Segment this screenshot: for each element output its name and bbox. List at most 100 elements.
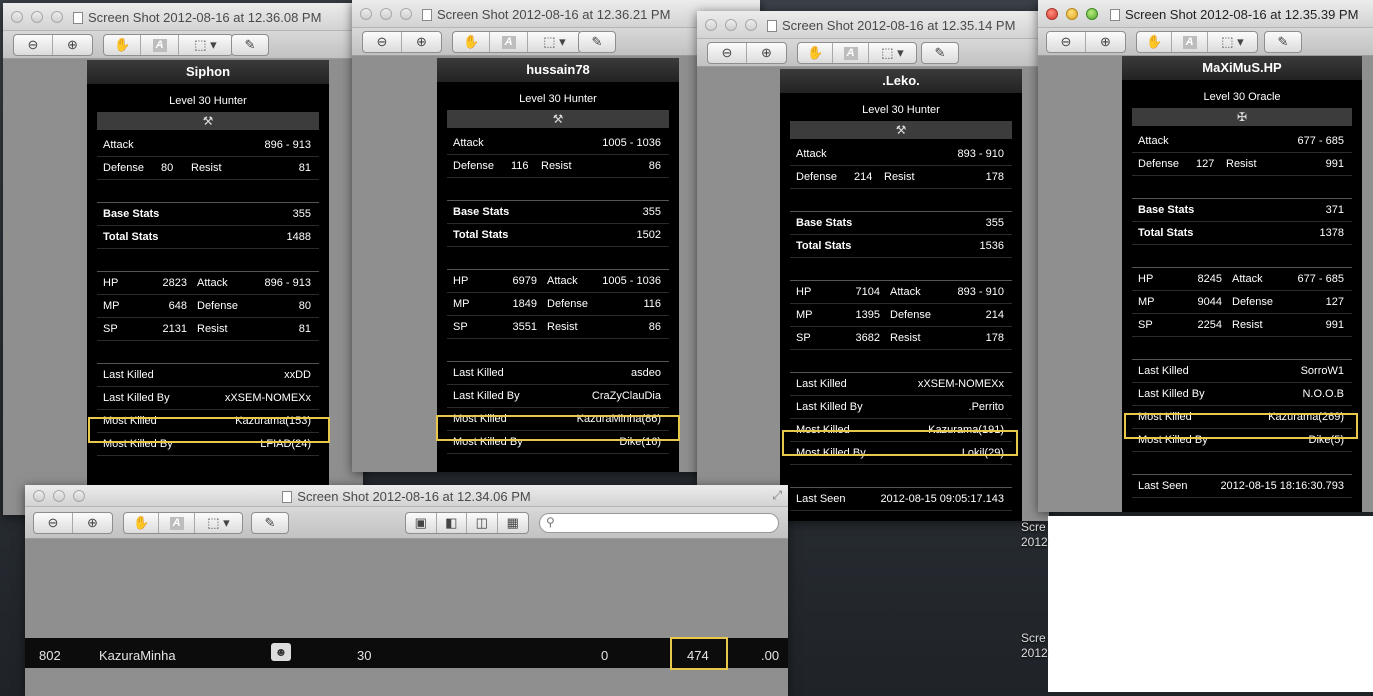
title-bar[interactable]: Screen Shot 2012-08-16 at 12.36.08 PM bbox=[3, 3, 363, 31]
zoom-out-icon[interactable]: ⊖ bbox=[14, 35, 54, 55]
rect-select-icon[interactable]: ⬚ ▾ bbox=[1208, 32, 1257, 52]
zoom-in-icon[interactable]: ⊕ bbox=[747, 43, 786, 63]
document-icon bbox=[767, 20, 777, 32]
preview-window-maximus[interactable]: Screen Shot 2012-08-16 at 12.35.39 PM ⊖ ⊕… bbox=[1038, 0, 1373, 512]
annotate-pencil-icon[interactable]: ✎ bbox=[232, 35, 268, 55]
player-name: hussain78 bbox=[437, 58, 679, 82]
hand-icon[interactable]: ✋ bbox=[104, 35, 142, 55]
window-title: Screen Shot 2012-08-16 at 12.36.08 PM bbox=[88, 10, 322, 25]
hand-icon[interactable]: ✋ bbox=[124, 513, 160, 533]
desktop-file-label[interactable]: Scre bbox=[1021, 520, 1046, 534]
hand-icon[interactable]: ✋ bbox=[798, 43, 834, 63]
player-name: .Leko. bbox=[780, 69, 1022, 93]
rank-cell: 802 bbox=[39, 648, 61, 663]
desktop-file-label[interactable]: 2012 bbox=[1021, 535, 1048, 549]
text-select-icon[interactable]: A bbox=[1172, 32, 1208, 52]
zoom-out-icon[interactable]: ⊖ bbox=[363, 32, 403, 52]
player-name: Siphon bbox=[87, 60, 329, 84]
weapon-icon: ⚒ bbox=[895, 123, 907, 137]
fullscreen-icon[interactable]: ⤢ bbox=[772, 488, 782, 503]
zoom-button[interactable] bbox=[745, 19, 757, 31]
view-single-icon[interactable]: ▣ bbox=[406, 513, 437, 533]
close-button[interactable] bbox=[11, 11, 23, 23]
minimize-button[interactable] bbox=[1066, 8, 1078, 20]
window-title: Screen Shot 2012-08-16 at 12.35.39 PM bbox=[1125, 7, 1359, 22]
rect-select-icon[interactable]: ⬚ ▾ bbox=[179, 35, 232, 55]
preview-window-ranking[interactable]: Screen Shot 2012-08-16 at 12.34.06 PM ⤢ … bbox=[25, 485, 788, 696]
text-select-icon[interactable]: A bbox=[159, 513, 195, 533]
minimize-button[interactable] bbox=[725, 19, 737, 31]
close-button[interactable] bbox=[360, 8, 372, 20]
document-icon bbox=[73, 12, 83, 24]
hand-icon[interactable]: ✋ bbox=[453, 32, 491, 52]
zoom-in-icon[interactable]: ⊕ bbox=[53, 35, 92, 55]
preview-window-leko[interactable]: Screen Shot 2012-08-16 at 12.35.14 PM ⊖ ⊕… bbox=[697, 11, 1049, 521]
window-title: Screen Shot 2012-08-16 at 12.34.06 PM bbox=[297, 489, 531, 504]
annotate-pencil-icon[interactable]: ✎ bbox=[252, 513, 288, 533]
close-button[interactable] bbox=[705, 19, 717, 31]
hand-icon[interactable]: ✋ bbox=[1137, 32, 1173, 52]
minimize-button[interactable] bbox=[380, 8, 392, 20]
player-name-cell: KazuraMinha bbox=[99, 648, 176, 663]
title-bar[interactable]: Screen Shot 2012-08-16 at 12.34.06 PM ⤢ bbox=[25, 485, 788, 507]
annotate-pencil-icon[interactable]: ✎ bbox=[579, 32, 615, 52]
zoom-out-icon[interactable]: ⊖ bbox=[1047, 32, 1087, 52]
zoom-button[interactable] bbox=[51, 11, 63, 23]
player-stats-panel: Siphon Level 30 Hunter ⚒ Attack 896 - 913… bbox=[87, 60, 329, 515]
zoom-out-icon[interactable]: ⊖ bbox=[708, 43, 748, 63]
annotate-pencil-icon[interactable]: ✎ bbox=[1265, 32, 1301, 52]
zoom-in-icon[interactable]: ⊕ bbox=[73, 513, 112, 533]
class-icon-bar: ⚒ bbox=[790, 121, 1012, 139]
document-icon bbox=[1110, 9, 1120, 21]
text-select-icon[interactable]: A bbox=[141, 35, 179, 55]
level-cell: 30 bbox=[357, 648, 372, 663]
zoom-button[interactable] bbox=[1086, 8, 1098, 20]
player-level: Level 30 Oracle bbox=[1203, 91, 1281, 103]
zoom-in-icon[interactable]: ⊕ bbox=[402, 32, 441, 52]
close-button[interactable] bbox=[1046, 8, 1058, 20]
document-icon bbox=[282, 491, 293, 503]
highlight-box bbox=[436, 415, 680, 441]
toolbar: ⊖ ⊕ ✋ A ⬚ ▾ ✎ bbox=[3, 31, 363, 59]
view-two-page-icon[interactable]: ◫ bbox=[467, 513, 498, 533]
player-stats-panel: MaXiMuS.HP Level 30 Oracle ✠ Attack 677 -… bbox=[1122, 56, 1362, 512]
desktop-file-label[interactable]: 2012 bbox=[1021, 646, 1048, 660]
search-input[interactable]: ⚲ bbox=[539, 513, 779, 533]
weapon-icon: ⚒ bbox=[202, 114, 214, 128]
class-icon-bar: ⚒ bbox=[447, 110, 669, 128]
annotate-pencil-icon[interactable]: ✎ bbox=[922, 43, 958, 63]
zoom-out-icon[interactable]: ⊖ bbox=[34, 513, 74, 533]
zoom-in-icon[interactable]: ⊕ bbox=[1086, 32, 1125, 52]
weapon-icon: ✠ bbox=[1236, 110, 1248, 124]
preview-window-siphon[interactable]: Screen Shot 2012-08-16 at 12.36.08 PM ⊖ ⊕… bbox=[3, 3, 363, 515]
highlight-box bbox=[88, 417, 330, 443]
player-name: MaXiMuS.HP bbox=[1122, 56, 1362, 80]
player-level: Level 30 Hunter bbox=[169, 95, 247, 107]
view-grid-icon[interactable]: ▦ bbox=[498, 513, 528, 533]
player-level: Level 30 Hunter bbox=[519, 93, 597, 105]
search-icon: ⚲ bbox=[546, 515, 555, 529]
text-select-icon[interactable]: A bbox=[490, 32, 528, 52]
zoom-button[interactable] bbox=[400, 8, 412, 20]
toolbar: ⊖ ⊕ ✋ A ⬚ ▾ ✎ bbox=[1038, 28, 1373, 56]
player-level: Level 30 Hunter bbox=[862, 104, 940, 116]
weapon-icon: ⚒ bbox=[552, 112, 564, 126]
window-title: Screen Shot 2012-08-16 at 12.35.14 PM bbox=[782, 18, 1016, 33]
highlight-box bbox=[670, 637, 728, 670]
document-icon bbox=[422, 9, 432, 21]
title-bar[interactable]: Screen Shot 2012-08-16 at 12.35.14 PM bbox=[697, 11, 1049, 39]
highlight-box bbox=[1124, 413, 1358, 439]
highlight-box bbox=[782, 430, 1018, 456]
window-title: Screen Shot 2012-08-16 at 12.36.21 PM bbox=[437, 7, 671, 22]
rect-select-icon[interactable]: ⬚ ▾ bbox=[869, 43, 916, 63]
view-sidebar-icon[interactable]: ◧ bbox=[437, 513, 467, 533]
text-select-icon[interactable]: A bbox=[833, 43, 869, 63]
rect-select-icon[interactable]: ⬚ ▾ bbox=[195, 513, 242, 533]
title-bar[interactable]: Screen Shot 2012-08-16 at 12.35.39 PM bbox=[1038, 0, 1373, 28]
ratio-cell: .00 bbox=[761, 648, 780, 663]
rect-select-icon[interactable]: ⬚ ▾ bbox=[528, 32, 581, 52]
blank-window-area bbox=[1048, 516, 1373, 692]
class-icon-bar: ✠ bbox=[1132, 108, 1352, 126]
minimize-button[interactable] bbox=[31, 11, 43, 23]
desktop-file-label[interactable]: Scre bbox=[1021, 631, 1046, 645]
